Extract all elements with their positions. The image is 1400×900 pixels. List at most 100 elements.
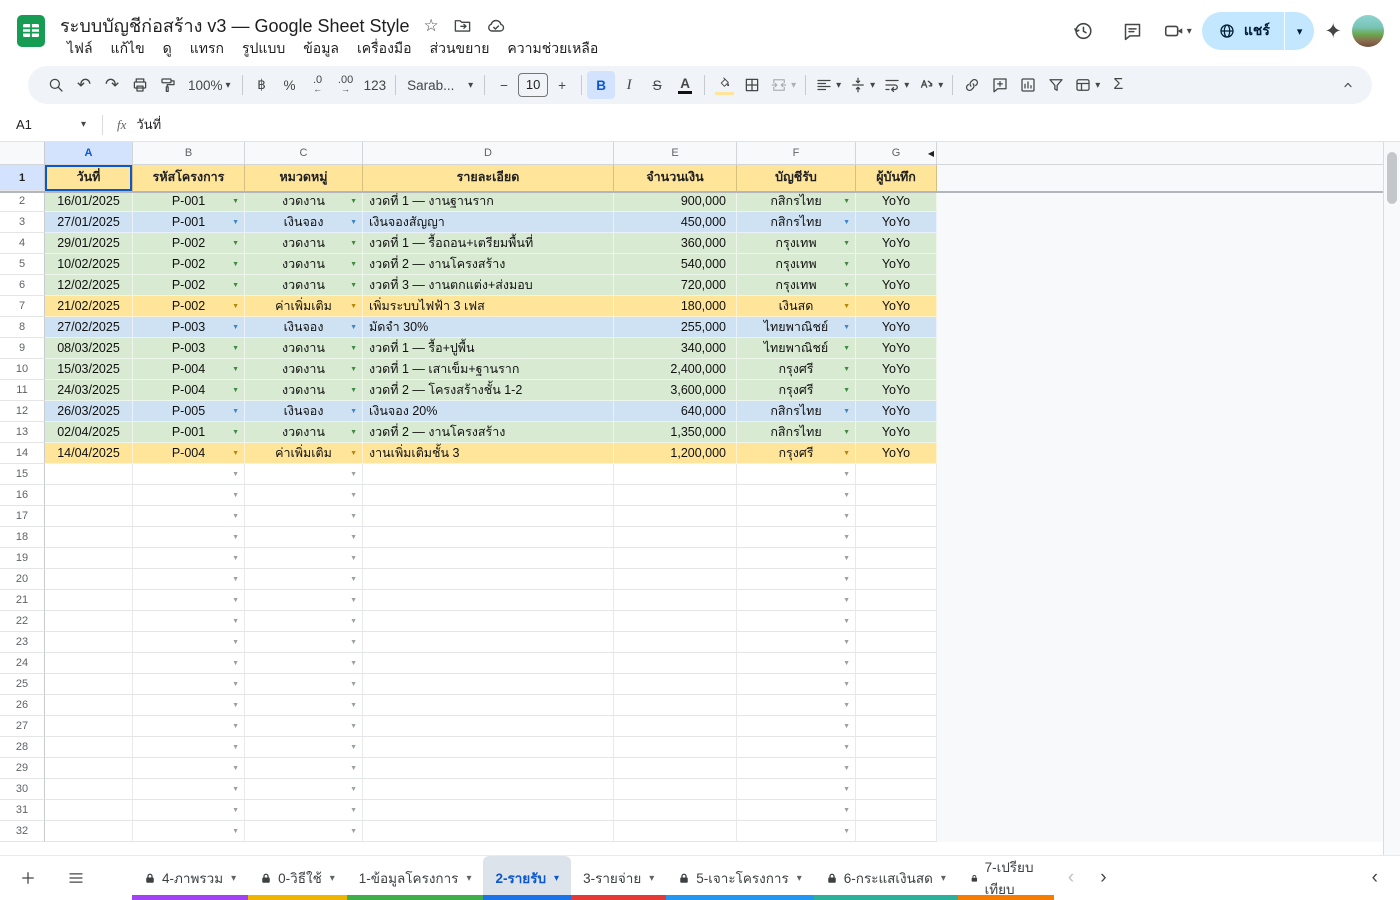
dropdown-arrow-icon[interactable]: ▼ <box>232 611 239 632</box>
move-folder-icon[interactable] <box>453 16 472 35</box>
row-header-20[interactable]: 20 <box>0 569 45 590</box>
cell-D29[interactable] <box>363 758 614 779</box>
dropdown-arrow-icon[interactable]: ▼ <box>350 191 357 212</box>
dropdown-arrow-icon[interactable]: ▼ <box>232 380 239 401</box>
dropdown-arrow-icon[interactable]: ▼ <box>350 401 357 422</box>
cell-D25[interactable] <box>363 674 614 695</box>
cell-E27[interactable] <box>614 716 737 737</box>
dropdown-arrow-icon[interactable]: ▼ <box>843 275 850 296</box>
cell-G20[interactable] <box>856 569 937 590</box>
cell-E4[interactable]: 360,000 <box>614 233 737 254</box>
dropdown-arrow-icon[interactable]: ▼ <box>350 233 357 254</box>
cell-G2[interactable]: YoYo <box>856 191 937 212</box>
collapse-toolbar-button[interactable] <box>1334 71 1362 99</box>
cell-G19[interactable] <box>856 548 937 569</box>
cell-G15[interactable] <box>856 464 937 485</box>
cell-D5[interactable]: งวดที่ 2 — งานโครงสร้าง <box>363 254 614 275</box>
row-header-29[interactable]: 29 <box>0 758 45 779</box>
menu-8[interactable]: ส่วนขยาย <box>423 36 497 62</box>
dropdown-arrow-icon[interactable]: ▼ <box>843 233 850 254</box>
cell-D18[interactable] <box>363 527 614 548</box>
sheets-logo-icon[interactable] <box>16 15 46 47</box>
cell-G27[interactable] <box>856 716 937 737</box>
dropdown-arrow-icon[interactable]: ▼ <box>843 779 850 800</box>
cell-G28[interactable] <box>856 737 937 758</box>
cell-B26[interactable]: ▼ <box>133 695 245 716</box>
cell-C25[interactable]: ▼ <box>245 674 363 695</box>
cell-F20[interactable]: ▼ <box>737 569 856 590</box>
cell-E15[interactable] <box>614 464 737 485</box>
menu-9[interactable]: ความช่วยเหลือ <box>500 36 605 62</box>
cell-E22[interactable] <box>614 611 737 632</box>
cell-F32[interactable]: ▼ <box>737 821 856 842</box>
dropdown-arrow-icon[interactable]: ▼ <box>232 233 239 254</box>
cell-G14[interactable]: YoYo <box>856 443 937 464</box>
row-header-4[interactable]: 4 <box>0 233 45 254</box>
dropdown-arrow-icon[interactable]: ▼ <box>843 464 850 485</box>
hidden-columns-icon[interactable]: ◀ <box>928 142 934 165</box>
row-header-17[interactable]: 17 <box>0 506 45 527</box>
cell-G6[interactable]: YoYo <box>856 275 937 296</box>
version-history-icon[interactable] <box>1063 11 1103 51</box>
sheet-tab-caret-icon[interactable]: ▾ <box>554 873 559 884</box>
cell-F28[interactable]: ▼ <box>737 737 856 758</box>
cell-A28[interactable] <box>45 737 133 758</box>
cell-E12[interactable]: 640,000 <box>614 401 737 422</box>
cell-D13[interactable]: งวดที่ 2 — งานโครงสร้าง <box>363 422 614 443</box>
column-header-G[interactable]: G◀ <box>856 142 937 165</box>
cell-A15[interactable] <box>45 464 133 485</box>
cell-B10[interactable]: P-004▼ <box>133 359 245 380</box>
cell-B9[interactable]: P-003▼ <box>133 338 245 359</box>
sheet-tab-4-ภาพรวม[interactable]: 4-ภาพรวม▾ <box>132 856 248 900</box>
row-header-11[interactable]: 11 <box>0 380 45 401</box>
cell-A1[interactable]: วันที่ <box>45 165 133 191</box>
text-color-button[interactable]: A <box>671 71 699 99</box>
cell-E3[interactable]: 450,000 <box>614 212 737 233</box>
cell-D21[interactable] <box>363 590 614 611</box>
column-header-A[interactable]: A <box>45 142 133 165</box>
dropdown-arrow-icon[interactable]: ▼ <box>350 296 357 317</box>
row-header-5[interactable]: 5 <box>0 254 45 275</box>
cell-D10[interactable]: งวดที่ 1 — เสาเข็ม+ฐานราก <box>363 359 614 380</box>
cell-A16[interactable] <box>45 485 133 506</box>
cell-F2[interactable]: กสิกรไทย▼ <box>737 191 856 212</box>
dropdown-arrow-icon[interactable]: ▼ <box>232 191 239 212</box>
cell-D17[interactable] <box>363 506 614 527</box>
cell-B8[interactable]: P-003▼ <box>133 317 245 338</box>
dropdown-arrow-icon[interactable]: ▼ <box>843 737 850 758</box>
dropdown-arrow-icon[interactable]: ▼ <box>843 485 850 506</box>
cell-G21[interactable] <box>856 590 937 611</box>
cell-G8[interactable]: YoYo <box>856 317 937 338</box>
dropdown-arrow-icon[interactable]: ▼ <box>843 191 850 212</box>
cell-A7[interactable]: 21/02/2025 <box>45 296 133 317</box>
cell-E17[interactable] <box>614 506 737 527</box>
cell-A13[interactable]: 02/04/2025 <box>45 422 133 443</box>
cell-F10[interactable]: กรุงศรี▼ <box>737 359 856 380</box>
cell-C13[interactable]: งวดงาน▼ <box>245 422 363 443</box>
cell-G29[interactable] <box>856 758 937 779</box>
row-header-25[interactable]: 25 <box>0 674 45 695</box>
cell-A20[interactable] <box>45 569 133 590</box>
gemini-sparkle-icon[interactable]: ✦ <box>1324 19 1342 44</box>
dropdown-arrow-icon[interactable]: ▼ <box>232 800 239 821</box>
cell-E8[interactable]: 255,000 <box>614 317 737 338</box>
sheet-tab-0-วิธีใช้[interactable]: 0-วิธีใช้▾ <box>248 856 347 900</box>
cell-D26[interactable] <box>363 695 614 716</box>
cell-B31[interactable]: ▼ <box>133 800 245 821</box>
cell-B30[interactable]: ▼ <box>133 779 245 800</box>
cell-E25[interactable] <box>614 674 737 695</box>
cell-G16[interactable] <box>856 485 937 506</box>
cell-G18[interactable] <box>856 527 937 548</box>
cell-E7[interactable]: 180,000 <box>614 296 737 317</box>
cell-D20[interactable] <box>363 569 614 590</box>
cell-F9[interactable]: ไทยพาณิชย์▼ <box>737 338 856 359</box>
horizontal-align-button[interactable]: ▾ <box>811 71 845 99</box>
row-header-1[interactable]: 1 <box>0 165 45 191</box>
cell-D8[interactable]: มัดจำ 30% <box>363 317 614 338</box>
cell-D11[interactable]: งวดที่ 2 — โครงสร้างชั้น 1-2 <box>363 380 614 401</box>
dropdown-arrow-icon[interactable]: ▼ <box>350 548 357 569</box>
sheet-tab-6-กระแสเงินสด[interactable]: 6-กระแสเงินสด▾ <box>814 856 958 900</box>
cell-D6[interactable]: งวดที่ 3 — งานตกแต่ง+ส่งมอบ <box>363 275 614 296</box>
cell-C21[interactable]: ▼ <box>245 590 363 611</box>
insert-chart-button[interactable] <box>1014 71 1042 99</box>
